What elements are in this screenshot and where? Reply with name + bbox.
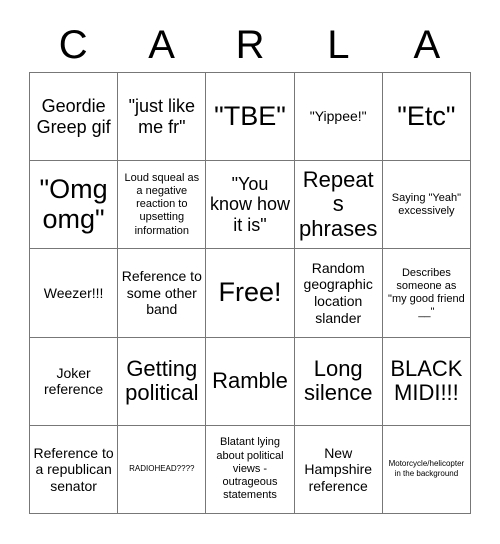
bingo-header-row: C A R L A [29,18,471,72]
bingo-cell-label: Reference to some other band [121,268,202,318]
bingo-cell[interactable]: Reference to a republican senator [30,425,119,514]
bingo-cell-label: BLACK MIDI!!! [390,355,463,406]
bingo-cell-label: Ramble [212,367,288,393]
bingo-cell-label: RADIOHEAD???? [129,464,195,474]
bingo-cell[interactable]: Free! [206,249,295,338]
bingo-cell[interactable]: "You know how it is" [206,161,295,250]
header-letter-3: R [235,23,265,67]
bingo-cell-label: New Hampshire reference [304,444,373,494]
bingo-cell-label: Free! [218,277,282,308]
bingo-cell-label: Geordie Greep gif [36,95,111,137]
bingo-cell[interactable]: Describes someone as "my good friend __" [382,249,471,338]
header-letter-2: A [148,23,175,67]
bingo-cell-label: Random geographic location slander [303,259,373,326]
bingo-cell-label: "Yippee!" [309,108,367,125]
bingo-cell[interactable]: "Omg omg" [30,161,119,250]
bingo-cell-label: Repeats phrases [299,166,378,242]
bingo-cell-label: Weezer!!! [43,284,104,301]
bingo-cell-label: "just like me fr" [128,95,195,137]
bingo-card: C A R L A Geordie Greep gif "just like me… [0,0,500,544]
bingo-cell-label: "TBE" [214,100,286,131]
bingo-cell-label: Long silence [303,355,373,406]
bingo-cell[interactable]: "TBE" [206,73,295,162]
bingo-cell-label: Reference to a republican senator [33,444,114,494]
bingo-cell-label: Getting political [125,355,199,406]
bingo-cell[interactable]: "just like me fr" [118,73,207,162]
bingo-cell[interactable]: Joker reference [30,337,119,426]
bingo-cell[interactable]: Random geographic location slander [294,249,383,338]
bingo-cell[interactable]: "Etc" [382,73,471,162]
bingo-grid: Geordie Greep gif "just like me fr" "TBE" "… [29,72,471,514]
bingo-cell[interactable]: Saying "Yeah" excessively [382,161,471,250]
bingo-cell[interactable]: New Hampshire reference [294,425,383,514]
bingo-cell-label: Describes someone as "my good friend __" [388,266,465,319]
bingo-cell[interactable]: Repeats phrases [294,161,383,250]
bingo-cell[interactable]: Blatant lying about political views - ou… [206,425,295,514]
bingo-cell-label: Joker reference [44,364,104,398]
bingo-cell[interactable]: Motorcycle/helicopter in the background [382,425,471,514]
bingo-cell[interactable]: Long silence [294,337,383,426]
bingo-cell[interactable]: Weezer!!! [30,249,119,338]
bingo-cell-label: "You know how it is" [209,173,291,236]
header-letter-5: A [413,23,441,67]
header-letter-4: L [327,23,350,67]
bingo-cell[interactable]: RADIOHEAD???? [118,425,207,514]
bingo-cell-label: "Omg omg" [39,174,108,234]
bingo-cell[interactable]: Geordie Greep gif [30,73,119,162]
bingo-cell[interactable]: Getting political [118,337,207,426]
bingo-cell-label: Saying "Yeah" excessively [391,191,461,217]
bingo-cell-label: Loud squeal as a negative reaction to up… [124,171,200,237]
bingo-cell[interactable]: Ramble [206,337,295,426]
bingo-cell[interactable]: Reference to some other band [118,249,207,338]
bingo-cell[interactable]: Loud squeal as a negative reaction to up… [118,161,207,250]
bingo-cell-label: "Etc" [397,100,456,131]
header-letter-1: C [58,23,88,67]
bingo-cell[interactable]: "Yippee!" [294,73,383,162]
bingo-cell-label: Motorcycle/helicopter in the background [388,459,465,479]
bingo-cell[interactable]: BLACK MIDI!!! [382,337,471,426]
bingo-cell-label: Blatant lying about political views - ou… [216,436,284,502]
